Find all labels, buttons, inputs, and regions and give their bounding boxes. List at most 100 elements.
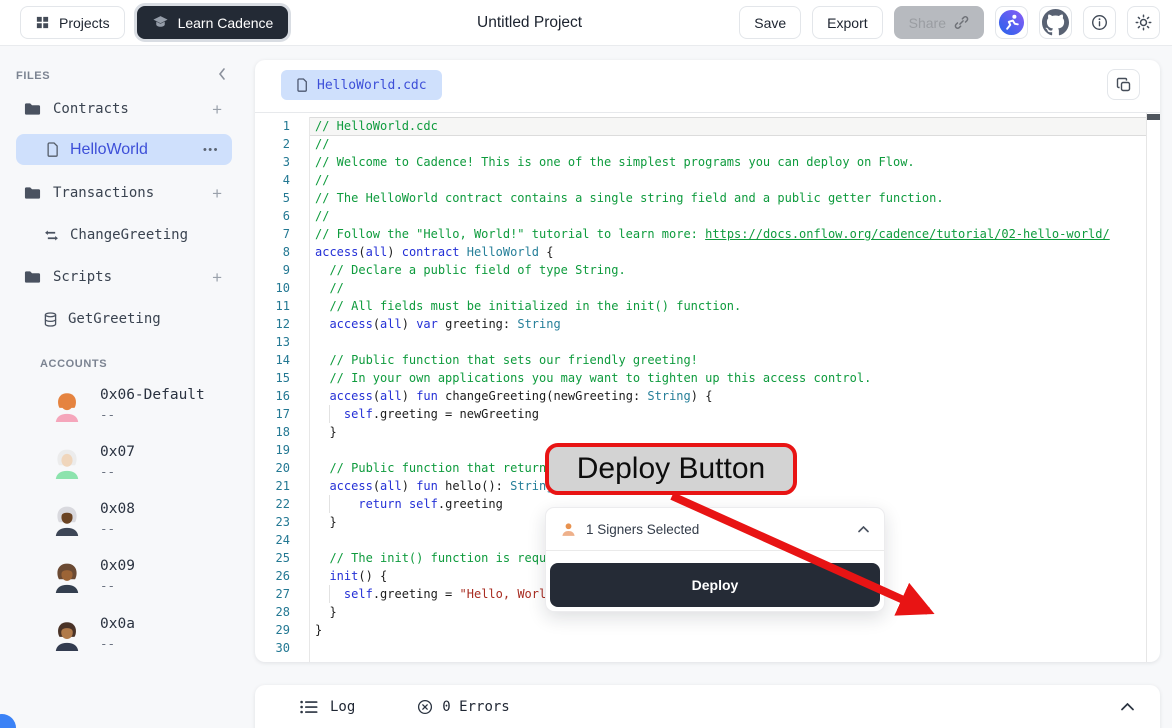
account-row-0x08[interactable]: 0x08 -- <box>0 499 255 545</box>
save-button[interactable]: Save <box>739 6 801 39</box>
collapse-sidebar-icon[interactable] <box>218 68 226 80</box>
scrollbar-thumb[interactable] <box>1147 114 1160 120</box>
gutter-separator <box>309 117 310 662</box>
share-label: Share <box>909 15 946 31</box>
code-line[interactable]: // <box>315 135 1146 153</box>
copy-code-button[interactable] <box>1107 69 1140 100</box>
account-balance: -- <box>100 521 115 536</box>
code-line[interactable]: } <box>315 621 1146 639</box>
code-line[interactable]: access(all) contract HelloWorld { <box>315 243 1146 261</box>
code-line[interactable]: // The HelloWorld contract contains a si… <box>315 189 1146 207</box>
deploy-label: Deploy <box>692 577 739 593</box>
code-line[interactable]: // <box>315 207 1146 225</box>
editor-scrollbar[interactable] <box>1146 113 1160 662</box>
export-button[interactable]: Export <box>812 6 882 39</box>
line-number: 12 <box>255 315 300 333</box>
line-number: 2 <box>255 135 300 153</box>
info-button[interactable] <box>1083 6 1116 39</box>
line-number: 14 <box>255 351 300 369</box>
code-line[interactable]: access(all) var greeting: String <box>315 315 1146 333</box>
sidebar-item-helloworld[interactable]: HelloWorld ••• <box>16 134 232 165</box>
line-number: 17 <box>255 405 300 423</box>
github-button[interactable] <box>1039 6 1072 39</box>
sidebar: FILES Contracts + HelloWorld ••• Transac… <box>0 46 255 728</box>
tab-helloworld-cdc[interactable]: HelloWorld.cdc <box>281 70 442 100</box>
sidebar-folder-scripts[interactable]: Scripts + <box>0 263 255 291</box>
add-script-button[interactable]: + <box>212 269 222 286</box>
avatar <box>51 504 83 536</box>
log-tab-label[interactable]: Log <box>330 699 355 715</box>
add-contract-button[interactable]: + <box>212 101 222 118</box>
expand-log-icon[interactable] <box>1121 703 1134 711</box>
link-icon <box>954 15 969 30</box>
line-number: 25 <box>255 549 300 567</box>
account-balance: -- <box>100 636 115 651</box>
share-button[interactable]: Share <box>894 6 984 39</box>
learn-cadence-button[interactable]: Learn Cadence <box>137 6 289 39</box>
person-icon <box>561 522 576 537</box>
page-title: Untitled Project <box>477 14 582 32</box>
sidebar-item-changegreeting[interactable]: ChangeGreeting <box>0 221 255 249</box>
app-header: Projects Learn Cadence Untitled Project … <box>0 0 1172 46</box>
line-number: 10 <box>255 279 300 297</box>
code-line[interactable]: // HelloWorld.cdc <box>315 117 1146 135</box>
code-line[interactable]: // In your own applications you may want… <box>315 369 1146 387</box>
info-icon <box>1091 14 1108 31</box>
code-line[interactable]: // Public function that sets our friendl… <box>315 351 1146 369</box>
account-address: 0x08 <box>100 501 135 517</box>
save-label: Save <box>754 15 786 31</box>
signers-divider <box>546 550 884 551</box>
code-line[interactable] <box>315 639 1146 657</box>
line-number: 9 <box>255 261 300 279</box>
folder-label: Contracts <box>53 101 129 117</box>
learn-cadence-label: Learn Cadence <box>178 15 274 31</box>
folder-icon <box>24 102 41 116</box>
projects-label: Projects <box>59 15 110 31</box>
sidebar-folder-contracts[interactable]: Contracts + <box>0 95 255 123</box>
signers-panel: 1 Signers Selected Deploy <box>545 507 885 612</box>
line-numbers: 1234567891011121314151617181920212223242… <box>255 117 300 657</box>
line-number: 28 <box>255 603 300 621</box>
folder-icon <box>24 186 41 200</box>
code-line[interactable]: // Welcome to Cadence! This is one of th… <box>315 153 1146 171</box>
account-row-0x07[interactable]: 0x07 -- <box>0 442 255 488</box>
sidebar-item-getgreeting[interactable]: GetGreeting <box>0 305 255 333</box>
code-line[interactable]: // Follow the "Hello, World!" tutorial t… <box>315 225 1146 243</box>
projects-button[interactable]: Projects <box>20 6 125 39</box>
code-line[interactable]: } <box>315 423 1146 441</box>
line-number: 20 <box>255 459 300 477</box>
code-line[interactable]: // <box>315 171 1146 189</box>
code-line[interactable]: self.greeting = newGreeting <box>315 405 1146 423</box>
line-number: 11 <box>255 297 300 315</box>
code-line[interactable]: // All fields must be initialized in the… <box>315 297 1146 315</box>
folder-label: Transactions <box>53 185 154 201</box>
account-address: 0x07 <box>100 444 135 460</box>
deploy-button[interactable]: Deploy <box>550 563 880 607</box>
line-number: 13 <box>255 333 300 351</box>
script-icon <box>44 312 57 327</box>
errors-count-label[interactable]: 0 Errors <box>442 699 509 715</box>
code-line[interactable]: // Declare a public field of type String… <box>315 261 1146 279</box>
line-number: 15 <box>255 369 300 387</box>
sun-icon <box>1135 14 1152 31</box>
theme-toggle-button[interactable] <box>1127 6 1160 39</box>
line-number: 1 <box>255 117 300 135</box>
line-number: 16 <box>255 387 300 405</box>
signers-selector[interactable]: 1 Signers Selected <box>546 508 884 550</box>
file-menu-icon[interactable]: ••• <box>203 144 219 156</box>
code-line[interactable]: access(all) fun changeGreeting(newGreeti… <box>315 387 1146 405</box>
code-line[interactable] <box>315 333 1146 351</box>
account-address: 0x0a <box>100 616 135 632</box>
document-icon <box>46 142 59 157</box>
account-address: 0x06-Default <box>100 387 205 403</box>
add-transaction-button[interactable]: + <box>212 185 222 202</box>
annotation-deploy-button-callout: Deploy Button <box>545 443 797 495</box>
sidebar-folder-transactions[interactable]: Transactions + <box>0 179 255 207</box>
account-row-0x09[interactable]: 0x09 -- <box>0 556 255 602</box>
code-line[interactable]: // <box>315 279 1146 297</box>
flow-runner-button[interactable] <box>995 6 1028 39</box>
line-number: 6 <box>255 207 300 225</box>
account-row-0x0a[interactable]: 0x0a -- <box>0 614 255 660</box>
chevron-up-icon[interactable] <box>858 526 869 533</box>
account-row-0x06[interactable]: 0x06-Default -- <box>0 385 255 431</box>
